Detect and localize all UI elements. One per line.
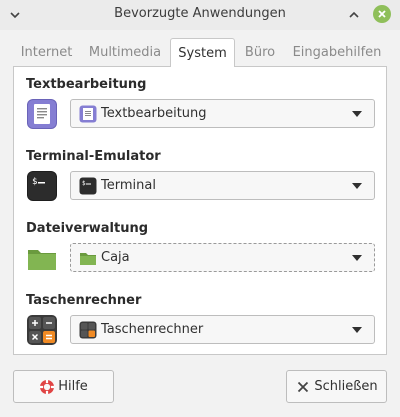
dropdown-arrow-icon: [352, 182, 362, 189]
tab-multimedia[interactable]: Multimedia: [84, 38, 166, 66]
help-button-label: Hilfe: [58, 379, 88, 394]
lifebuoy-icon: [40, 379, 55, 394]
folder-icon: [80, 252, 96, 265]
terminal-icon: $: [27, 171, 57, 201]
text-editor-icon: [27, 99, 57, 129]
section-title-file-manager: Dateiverwaltung: [26, 221, 149, 236]
window-title: Bevorzugte Anwendungen: [114, 6, 286, 21]
tab-system[interactable]: System: [170, 38, 235, 67]
close-button[interactable]: Schließen: [286, 370, 387, 403]
dropdown-arrow-icon: [352, 254, 362, 261]
terminal-select[interactable]: $ Terminal: [70, 171, 375, 200]
svg-text:$: $: [32, 177, 37, 187]
svg-text:$: $: [82, 180, 86, 187]
text-editor-selected-value: Textbearbeitung: [101, 106, 207, 121]
system-tab-panel: Textbearbeitung Textbearbeitung Terminal…: [13, 66, 387, 355]
close-window-button[interactable]: [373, 5, 391, 23]
preferred-applications-window: Bevorzugte Anwendungen Internet Multimed…: [0, 0, 400, 417]
terminal-icon: $: [79, 177, 97, 194]
text-editor-icon: [79, 105, 97, 122]
calculator-icon: [27, 315, 57, 345]
tab-eingabehilfen[interactable]: Eingabehilfen: [287, 38, 387, 66]
dropdown-arrow-icon: [352, 110, 362, 117]
tab-internet[interactable]: Internet: [13, 38, 80, 66]
close-x-icon: [298, 381, 309, 392]
help-button[interactable]: Hilfe: [13, 370, 114, 403]
text-editor-select[interactable]: Textbearbeitung: [70, 99, 375, 128]
title-bar: Bevorzugte Anwendungen: [0, 0, 400, 30]
terminal-selected-value: Terminal: [101, 178, 156, 193]
tab-bar: Internet Multimedia System Büro Eingabeh…: [13, 38, 387, 67]
dropdown-arrow-icon: [352, 326, 362, 333]
file-manager-selected-value: Caja: [101, 250, 130, 265]
section-title-text-editor: Textbearbeitung: [26, 77, 147, 92]
calculator-icon: [79, 321, 97, 338]
chevron-up-icon: [349, 11, 359, 18]
calculator-select[interactable]: Taschenrechner: [70, 315, 375, 344]
section-title-terminal: Terminal-Emulator: [26, 149, 161, 164]
tab-buero[interactable]: Büro: [239, 38, 281, 66]
close-button-label: Schließen: [314, 379, 378, 394]
close-icon: [378, 10, 386, 18]
section-title-calculator: Taschenrechner: [26, 293, 142, 308]
folder-icon: [28, 250, 56, 270]
file-manager-select[interactable]: Caja: [70, 243, 375, 272]
calculator-selected-value: Taschenrechner: [101, 322, 204, 337]
minimize-button[interactable]: [345, 6, 363, 24]
